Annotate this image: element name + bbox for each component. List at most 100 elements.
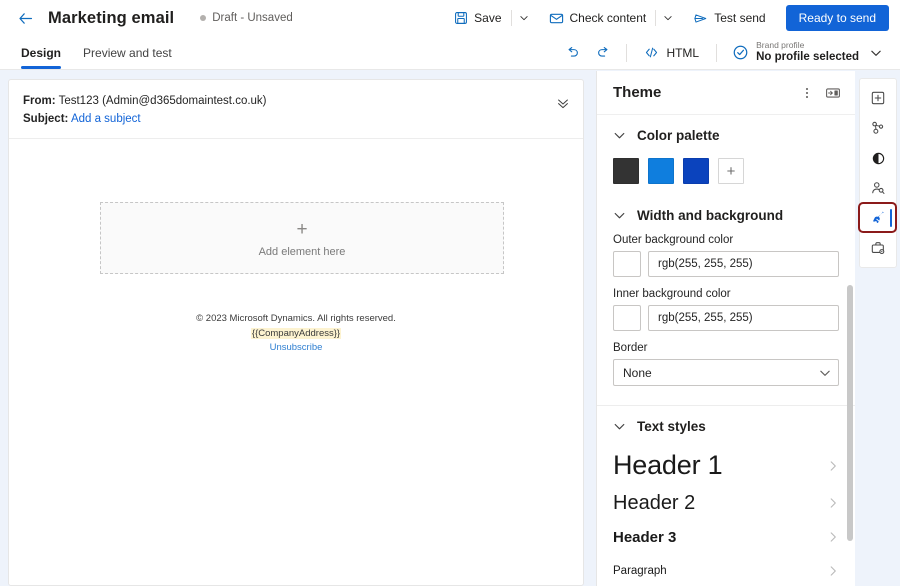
- share-nodes-icon: [870, 120, 886, 136]
- right-icon-rail: [855, 71, 900, 586]
- theme-more-button[interactable]: [795, 81, 819, 105]
- chevron-down-icon: [613, 129, 626, 142]
- chevron-double-down-icon: [556, 96, 570, 110]
- redo-icon: [595, 45, 611, 61]
- chevron-down-icon: [519, 13, 529, 23]
- color-palette-swatches: +: [597, 154, 855, 202]
- html-label: HTML: [666, 46, 699, 60]
- theme-panel-scrollbar[interactable]: [847, 285, 853, 541]
- rail-share-nodes-button[interactable]: [863, 115, 893, 141]
- divider: [655, 10, 656, 26]
- section-text-styles-header[interactable]: Text styles: [597, 406, 855, 445]
- section-text-styles-title: Text styles: [637, 419, 706, 434]
- briefcase-settings-icon: [870, 240, 886, 256]
- theme-collapse-panel-button[interactable]: [821, 81, 845, 105]
- brush-theme-icon: [870, 210, 887, 227]
- envelope-check-icon: [549, 11, 564, 26]
- inner-background-color-chip[interactable]: [613, 305, 641, 331]
- html-button[interactable]: HTML: [636, 39, 707, 67]
- text-style-label: Header 2: [613, 492, 695, 515]
- undo-button[interactable]: [559, 39, 587, 67]
- tab-preview-and-test[interactable]: Preview and test: [72, 36, 183, 70]
- chevron-down-icon: [870, 47, 882, 59]
- text-style-paragraph[interactable]: Paragraph: [597, 554, 855, 586]
- save-label: Save: [474, 11, 501, 25]
- divider: [511, 10, 512, 26]
- check-content-label: Check content: [570, 11, 647, 25]
- rail-person-search-button[interactable]: [863, 175, 893, 201]
- divider: [626, 44, 627, 62]
- chevron-down-icon: [613, 420, 626, 433]
- add-color-button[interactable]: +: [718, 158, 744, 184]
- email-footer: © 2023 Microsoft Dynamics. All rights re…: [9, 312, 583, 356]
- check-content-menu-chevron[interactable]: [657, 4, 679, 32]
- email-card: From: Test123 (Admin@d365domaintest.co.u…: [8, 79, 584, 586]
- brand-profile-value: No profile selected: [756, 51, 859, 64]
- email-canvas-area: From: Test123 (Admin@d365domaintest.co.u…: [0, 71, 592, 586]
- tab-bar-actions: HTML Brand profile No profile selected: [559, 36, 900, 69]
- outer-background-color-chip[interactable]: [613, 251, 641, 277]
- rail-add-element-button[interactable]: [863, 85, 893, 111]
- chevron-right-icon: [827, 460, 839, 472]
- outer-background-color-label: Outer background color: [613, 234, 839, 246]
- check-content-button[interactable]: Check content: [541, 4, 655, 32]
- inner-background-color-input[interactable]: [648, 305, 839, 331]
- chevron-right-icon: [827, 565, 839, 577]
- section-color-palette-title: Color palette: [637, 128, 720, 143]
- inner-background-color-field: Inner background color: [597, 288, 855, 342]
- brand-profile-button[interactable]: Brand profile No profile selected: [726, 38, 888, 68]
- border-select[interactable]: None: [613, 359, 839, 386]
- email-header-collapse-button[interactable]: [553, 93, 573, 113]
- undo-icon: [565, 45, 581, 61]
- paper-plane-icon: [693, 11, 708, 26]
- color-swatch-1[interactable]: [613, 158, 639, 184]
- tab-bar: Design Preview and test: [0, 36, 900, 70]
- right-icon-rail-list: [859, 78, 897, 268]
- footer-copyright: © 2023 Microsoft Dynamics. All rights re…: [9, 312, 583, 327]
- contrast-circle-icon: [871, 151, 886, 166]
- color-swatch-2[interactable]: [648, 158, 674, 184]
- ready-to-send-button[interactable]: Ready to send: [786, 5, 889, 31]
- rail-theme-brush-button[interactable]: [863, 205, 893, 231]
- email-header: From: Test123 (Admin@d365domaintest.co.u…: [9, 80, 583, 139]
- unsubscribe-link[interactable]: Unsubscribe: [270, 342, 323, 353]
- back-button[interactable]: [10, 3, 40, 33]
- color-swatch-3[interactable]: [683, 158, 709, 184]
- status-badge: Draft - Unsaved: [200, 12, 293, 24]
- person-search-icon: [870, 180, 886, 196]
- text-style-header-2[interactable]: Header 2: [597, 486, 855, 520]
- text-style-label: Header 1: [613, 450, 722, 481]
- section-color-palette-header[interactable]: Color palette: [597, 115, 855, 154]
- theme-panel-body: Color palette + Width and background Out…: [597, 115, 855, 586]
- from-label: From:: [23, 95, 56, 107]
- rail-contrast-button[interactable]: [863, 145, 893, 171]
- tab-design[interactable]: Design: [10, 36, 72, 70]
- text-style-header-1[interactable]: Header 1: [597, 445, 855, 486]
- test-send-button[interactable]: Test send: [685, 4, 773, 32]
- company-address-token[interactable]: {{CompanyAddress}}: [251, 328, 341, 339]
- divider: [716, 44, 717, 62]
- add-element-dropzone[interactable]: + Add element here: [100, 202, 504, 274]
- app-root: Marketing email Draft - Unsaved Save: [0, 0, 900, 586]
- collapse-panel-icon: [825, 85, 841, 101]
- redo-button[interactable]: [589, 39, 617, 67]
- save-menu-chevron[interactable]: [513, 4, 535, 32]
- top-command-bar: Marketing email Draft - Unsaved Save: [0, 0, 900, 36]
- page-title: Marketing email: [48, 9, 174, 28]
- chevron-down-icon: [663, 13, 673, 23]
- save-button[interactable]: Save: [446, 4, 509, 32]
- email-from-row: From: Test123 (Admin@d365domaintest.co.u…: [23, 92, 569, 110]
- border-label: Border: [613, 342, 839, 354]
- section-width-background-title: Width and background: [637, 208, 783, 223]
- from-value: Test123 (Admin@d365domaintest.co.uk): [59, 95, 267, 107]
- outer-background-color-input[interactable]: [648, 251, 839, 277]
- test-send-label: Test send: [714, 11, 765, 25]
- chevron-down-icon: [613, 209, 626, 222]
- status-dot-icon: [200, 15, 206, 21]
- section-width-background-header[interactable]: Width and background: [597, 202, 855, 234]
- rail-briefcase-settings-button[interactable]: [863, 235, 893, 261]
- code-brackets-icon: [644, 45, 659, 60]
- text-style-header-3[interactable]: Header 3: [597, 520, 855, 554]
- chevron-right-icon: [827, 497, 839, 509]
- add-subject-link[interactable]: Add a subject: [71, 113, 141, 125]
